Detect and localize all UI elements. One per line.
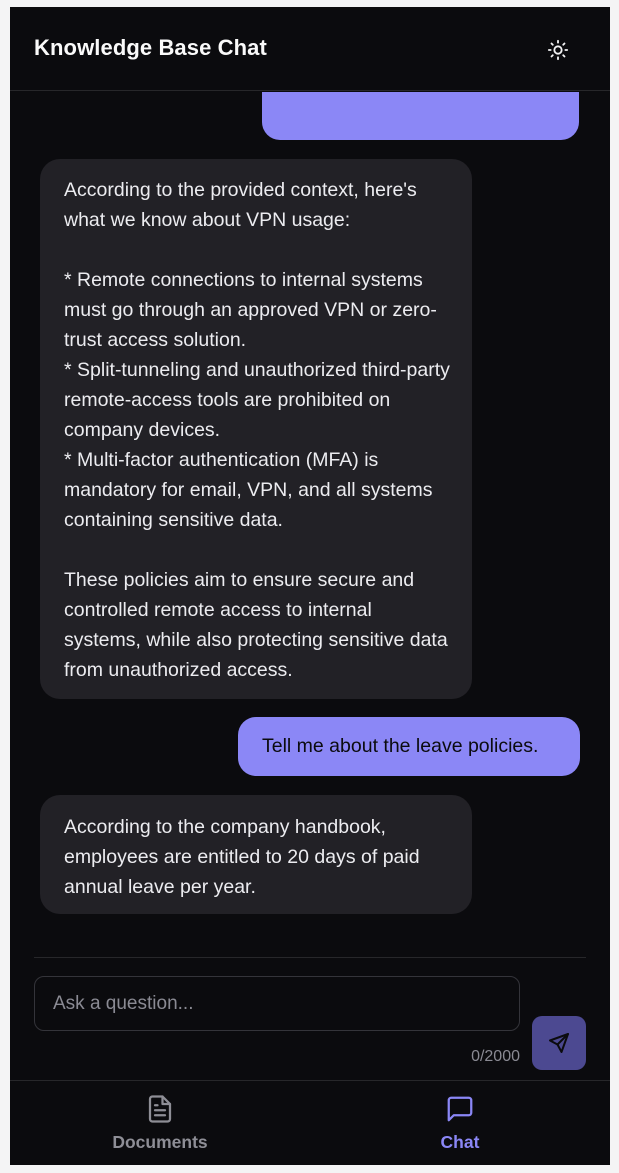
question-input[interactable] bbox=[34, 976, 520, 1031]
bottom-navigation: Documents Chat bbox=[10, 1080, 610, 1165]
app-window: Knowledge Base Chat According to the pro… bbox=[10, 7, 610, 1165]
composer-divider bbox=[34, 957, 586, 958]
nav-item-documents[interactable]: Documents bbox=[10, 1081, 310, 1165]
app-header: Knowledge Base Chat bbox=[10, 7, 610, 91]
send-button[interactable] bbox=[532, 1016, 586, 1070]
character-counter: 0/2000 bbox=[471, 1048, 520, 1065]
theme-toggle-button[interactable] bbox=[540, 32, 576, 68]
message-list[interactable]: According to the provided context, here'… bbox=[10, 92, 610, 956]
sun-icon bbox=[547, 39, 569, 61]
nav-label-chat: Chat bbox=[440, 1132, 480, 1152]
assistant-message-bubble: According to the provided context, here'… bbox=[40, 159, 472, 699]
app-title: Knowledge Base Chat bbox=[34, 35, 267, 60]
user-message-bubble bbox=[262, 92, 579, 140]
nav-label-documents: Documents bbox=[112, 1132, 208, 1152]
assistant-message-bubble: According to the company handbook, emplo… bbox=[40, 795, 472, 914]
send-icon bbox=[549, 1033, 569, 1053]
nav-item-chat[interactable]: Chat bbox=[310, 1081, 610, 1165]
user-message-bubble: Tell me about the leave policies. bbox=[238, 717, 580, 776]
chat-bubble-icon bbox=[447, 1096, 473, 1122]
document-icon bbox=[148, 1095, 172, 1123]
